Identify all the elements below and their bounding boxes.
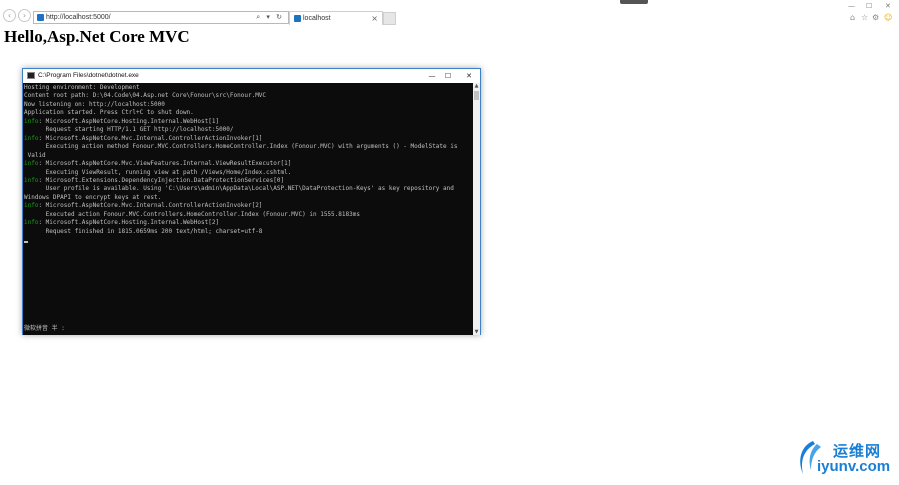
favorites-star-icon[interactable]: ☆ bbox=[861, 13, 868, 22]
log-message: Hosting environment: Development bbox=[24, 84, 140, 91]
console-maximize-button[interactable]: ☐ bbox=[437, 69, 459, 83]
back-arrow-icon: ‹ bbox=[7, 11, 12, 20]
log-message: : Microsoft.AspNetCore.Mvc.ViewFeatures.… bbox=[38, 160, 292, 168]
feedback-smiley-icon[interactable]: ☺ bbox=[884, 13, 892, 22]
watermark-en: iyunv.com bbox=[817, 458, 891, 475]
address-bar[interactable]: http://localhost:5000/ ⌕ ▾ ↻ bbox=[33, 11, 289, 24]
console-line: Request finished in 1815.0659ms 200 text… bbox=[24, 228, 457, 236]
console-line: Executing action method Fonour.MVC.Contr… bbox=[24, 143, 458, 151]
new-tab-button[interactable] bbox=[383, 12, 396, 25]
log-message: Executing ViewResult, running view at pa… bbox=[24, 168, 292, 176]
scroll-up-icon[interactable]: ▲ bbox=[473, 83, 480, 89]
console-close-button[interactable]: ✕ bbox=[458, 69, 480, 83]
log-level-tag: info bbox=[24, 219, 39, 227]
tab-close-icon[interactable]: × bbox=[371, 12, 378, 25]
tab-title: localhost bbox=[303, 15, 331, 22]
console-output[interactable]: Hosting environment: Development Content … bbox=[23, 83, 473, 335]
forward-arrow-icon: › bbox=[22, 11, 27, 20]
log-message: : Microsoft.AspNetCore.Mvc.Internal.Cont… bbox=[38, 134, 263, 142]
notification-handle bbox=[620, 0, 648, 4]
log-message: : Microsoft.AspNetCore.Hosting.Internal.… bbox=[38, 219, 220, 227]
log-message: : Microsoft.Extensions.DependencyInjecti… bbox=[38, 176, 285, 184]
log-level-tag: info bbox=[24, 134, 39, 142]
maximize-icon[interactable]: ☐ bbox=[866, 2, 872, 10]
console-line: Content root path: D:\04.Code\04.Asp.net… bbox=[24, 92, 457, 100]
console-line: Valid bbox=[24, 152, 457, 160]
console-line: info: Microsoft.Extensions.DependencyInj… bbox=[24, 177, 457, 185]
console-line: User profile is available. Using 'C:\Use… bbox=[24, 185, 457, 193]
tab-localhost[interactable]: localhost × bbox=[289, 11, 383, 25]
log-message: Content root path: D:\04.Code\04.Asp.net… bbox=[24, 92, 267, 100]
console-app-icon bbox=[27, 72, 35, 79]
console-title: C:\Program Files\dotnet\dotnet.exe bbox=[38, 72, 139, 79]
console-line: Now listening on: http://localhost:5000 bbox=[24, 101, 457, 109]
log-message: Request starting HTTP/1.1 GET http://loc… bbox=[24, 126, 234, 134]
console-line: Windows DPAPI to encrypt keys at rest. bbox=[24, 194, 457, 202]
back-button[interactable]: ‹ bbox=[3, 9, 16, 22]
console-line: info: Microsoft.AspNetCore.Hosting.Inter… bbox=[24, 219, 457, 227]
close-icon[interactable]: ✕ bbox=[885, 2, 891, 10]
log-message: Executed action Fonour.MVC.Controllers.H… bbox=[24, 210, 360, 218]
home-icon[interactable]: ⌂ bbox=[850, 13, 855, 22]
log-message: Valid bbox=[24, 151, 46, 159]
minimize-icon[interactable]: — bbox=[848, 2, 855, 10]
console-line: info: Microsoft.AspNetCore.Mvc.Internal.… bbox=[24, 135, 457, 143]
log-message: : Microsoft.AspNetCore.Hosting.Internal.… bbox=[38, 117, 220, 125]
console-window[interactable]: C:\Program Files\dotnet\dotnet.exe — ☐ ✕… bbox=[22, 68, 481, 335]
console-scrollbar[interactable]: ▲ ▼ bbox=[473, 83, 480, 335]
console-titlebar[interactable]: C:\Program Files\dotnet\dotnet.exe — ☐ ✕ bbox=[23, 69, 480, 83]
log-level-tag: info bbox=[24, 160, 39, 168]
address-tools[interactable]: ⌕ ▾ ↻ bbox=[256, 12, 284, 23]
scroll-down-icon[interactable]: ▼ bbox=[473, 329, 480, 335]
console-cursor bbox=[24, 241, 28, 243]
log-message: User profile is available. Using 'C:\Use… bbox=[24, 185, 454, 193]
console-line: info: Microsoft.AspNetCore.Hosting.Inter… bbox=[24, 118, 457, 126]
log-message: Request finished in 1815.0659ms 200 text… bbox=[24, 227, 263, 235]
forward-button[interactable]: › bbox=[18, 9, 31, 22]
log-message: Executing action method Fonour.MVC.Contr… bbox=[24, 143, 458, 151]
browser-toolbar: ‹ › http://localhost:5000/ ⌕ ▾ ↻ localho… bbox=[0, 0, 899, 26]
scroll-thumb[interactable] bbox=[474, 91, 479, 100]
console-line: Hosting environment: Development bbox=[24, 84, 457, 92]
page-favicon-icon bbox=[37, 14, 44, 21]
console-line: info: Microsoft.AspNetCore.Mvc.Internal.… bbox=[24, 202, 457, 210]
page-heading: Hello,Asp.Net Core MVC bbox=[4, 27, 190, 46]
log-message: : Microsoft.AspNetCore.Mvc.Internal.Cont… bbox=[38, 202, 263, 210]
log-message: Windows DPAPI to encrypt keys at rest. bbox=[24, 193, 162, 201]
log-level-tag: info bbox=[24, 202, 39, 210]
log-message: Application started. Press Ctrl+C to shu… bbox=[24, 109, 194, 117]
watermark-logo: 运维网 iyunv.com bbox=[793, 438, 897, 480]
console-lines: Hosting environment: Development Content … bbox=[24, 84, 457, 236]
console-line: Executed action Fonour.MVC.Controllers.H… bbox=[24, 211, 457, 219]
log-level-tag: info bbox=[24, 176, 39, 184]
console-line: Application started. Press Ctrl+C to shu… bbox=[24, 109, 457, 117]
console-line: Executing ViewResult, running view at pa… bbox=[24, 169, 457, 177]
settings-gear-icon[interactable]: ⚙ bbox=[872, 13, 879, 22]
console-line: Request starting HTTP/1.1 GET http://loc… bbox=[24, 126, 457, 134]
log-level-tag: info bbox=[24, 117, 39, 125]
console-line: info: Microsoft.AspNetCore.Mvc.ViewFeatu… bbox=[24, 160, 457, 168]
log-message: Now listening on: http://localhost:5000 bbox=[24, 100, 165, 108]
ime-status: 微软拼音 半 : bbox=[24, 325, 65, 332]
address-url[interactable]: http://localhost:5000/ bbox=[46, 12, 111, 23]
tab-favicon-icon bbox=[294, 15, 301, 22]
